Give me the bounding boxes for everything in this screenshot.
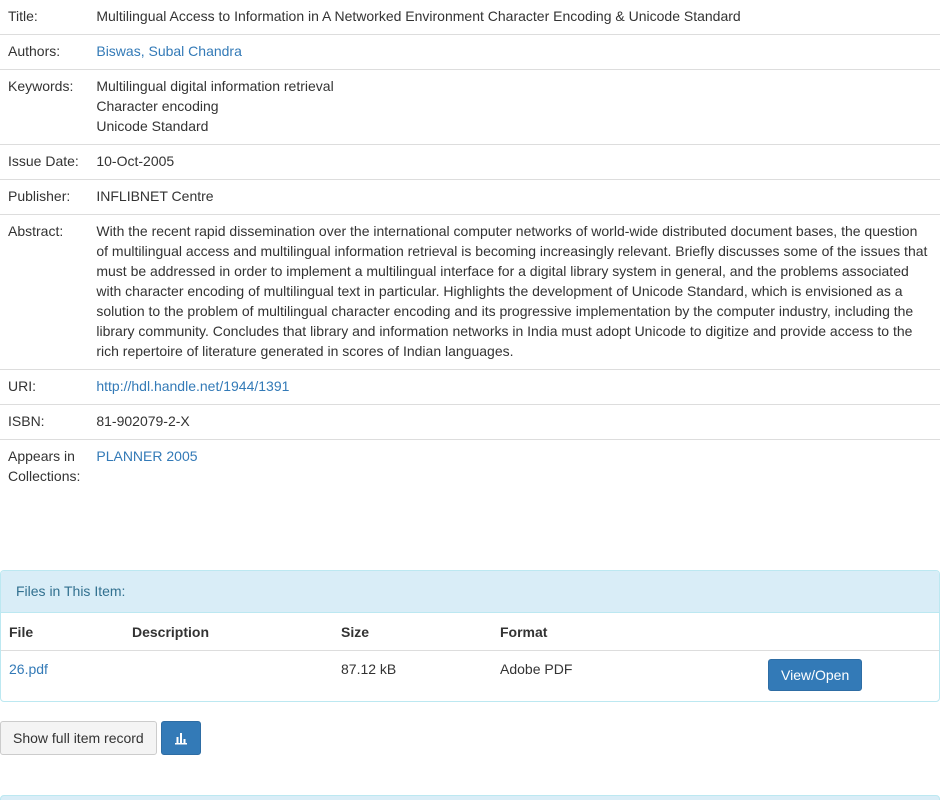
metadata-value: Multilingual Access to Information in A … bbox=[88, 0, 940, 35]
metadata-link[interactable]: http://hdl.handle.net/1944/1391 bbox=[96, 376, 932, 396]
file-description bbox=[124, 651, 333, 702]
metadata-row: Publisher: INFLIBNET Centre bbox=[0, 179, 940, 215]
metadata-row: Authors: Biswas, Subal Chandra bbox=[0, 34, 940, 70]
metadata-label: Title: bbox=[8, 8, 38, 24]
next-panel-edge bbox=[0, 795, 940, 800]
metadata-value-line: 81-902079-2-X bbox=[96, 413, 190, 429]
metadata-value: PLANNER 2005 bbox=[88, 439, 940, 494]
metadata-row: Title: Multilingual Access to Information… bbox=[0, 0, 940, 35]
metadata-value: 81-902079-2-X bbox=[88, 404, 940, 440]
view-open-button[interactable]: View/Open bbox=[768, 659, 863, 691]
metadata-label: Keywords: bbox=[0, 69, 89, 145]
metadata-value-line: INFLIBNET Centre bbox=[96, 188, 214, 204]
metadata-label: Abstract: bbox=[0, 214, 89, 370]
metadata-label: Publisher: bbox=[0, 179, 89, 215]
metadata-value-line: Unicode Standard bbox=[96, 118, 209, 134]
metadata-value: INFLIBNET Centre bbox=[88, 179, 940, 215]
metadata-label: Authors: bbox=[0, 34, 89, 70]
metadata-link[interactable]: Biswas, Subal Chandra bbox=[96, 41, 932, 61]
column-header-size: Size bbox=[333, 613, 492, 651]
metadata-row: Abstract: With the recent rapid dissemina… bbox=[0, 214, 940, 370]
metadata-label: URI: bbox=[0, 369, 89, 405]
bar-chart-icon bbox=[175, 733, 187, 745]
file-size: 87.12 kB bbox=[341, 661, 397, 677]
metadata-link[interactable]: PLANNER 2005 bbox=[96, 446, 932, 466]
file-format: Adobe PDF bbox=[500, 661, 573, 677]
file-link[interactable]: 26.pdf bbox=[9, 661, 48, 677]
metadata-value: With the recent rapid dissemination over… bbox=[88, 214, 940, 370]
metadata-row: Issue Date: 10-Oct-2005 bbox=[0, 144, 940, 180]
metadata-value: Biswas, Subal Chandra bbox=[88, 34, 940, 70]
metadata-value: http://hdl.handle.net/1944/1391 bbox=[88, 369, 940, 405]
file-name-cell: 26.pdf bbox=[1, 651, 124, 702]
metadata-row: URI: http://hdl.handle.net/1944/1391 bbox=[0, 369, 940, 405]
metadata-value-line: 10-Oct-2005 bbox=[96, 153, 175, 169]
column-header-description: Description bbox=[124, 613, 333, 651]
files-table: File Description Size Format 26.pdf 87.1… bbox=[1, 613, 939, 701]
show-full-record-button[interactable]: Show full item record bbox=[0, 721, 157, 755]
statistics-button[interactable] bbox=[161, 721, 201, 755]
file-action-cell: View/Open bbox=[760, 651, 939, 702]
files-panel-heading: Files in This Item: bbox=[1, 571, 939, 613]
metadata-row: Appears in Collections: PLANNER 2005 bbox=[0, 439, 940, 494]
metadata-value: 10-Oct-2005 bbox=[88, 144, 940, 180]
metadata-label: Appears in Collections: bbox=[0, 439, 89, 494]
column-header-file: File bbox=[1, 613, 124, 651]
metadata-value-line: With the recent rapid dissemination over… bbox=[96, 223, 928, 359]
file-row: 26.pdf 87.12 kB Adobe PDF View/Open bbox=[1, 651, 939, 702]
column-header-action bbox=[760, 613, 939, 651]
metadata-row: Keywords: Multilingual digital informatio… bbox=[0, 69, 940, 145]
files-table-header-row: File Description Size Format bbox=[1, 613, 939, 651]
metadata-value-line: Multilingual digital information retriev… bbox=[96, 78, 334, 94]
metadata-value-line: Multilingual Access to Information in A … bbox=[96, 8, 741, 24]
item-metadata-table: Title: Multilingual Access to Information… bbox=[0, 0, 940, 494]
column-header-format: Format bbox=[492, 613, 760, 651]
files-panel: Files in This Item: File Description Siz… bbox=[0, 570, 940, 702]
metadata-label: Issue Date: bbox=[0, 144, 89, 180]
item-record-page: Title: Multilingual Access to Information… bbox=[0, 0, 942, 800]
metadata-label: ISBN: bbox=[0, 404, 89, 440]
item-metadata-body: Title: Multilingual Access to Information… bbox=[0, 0, 940, 494]
metadata-value: Multilingual digital information retriev… bbox=[88, 69, 940, 145]
metadata-row: ISBN: 81-902079-2-X bbox=[0, 404, 940, 440]
metadata-value-line: Character encoding bbox=[96, 98, 219, 114]
